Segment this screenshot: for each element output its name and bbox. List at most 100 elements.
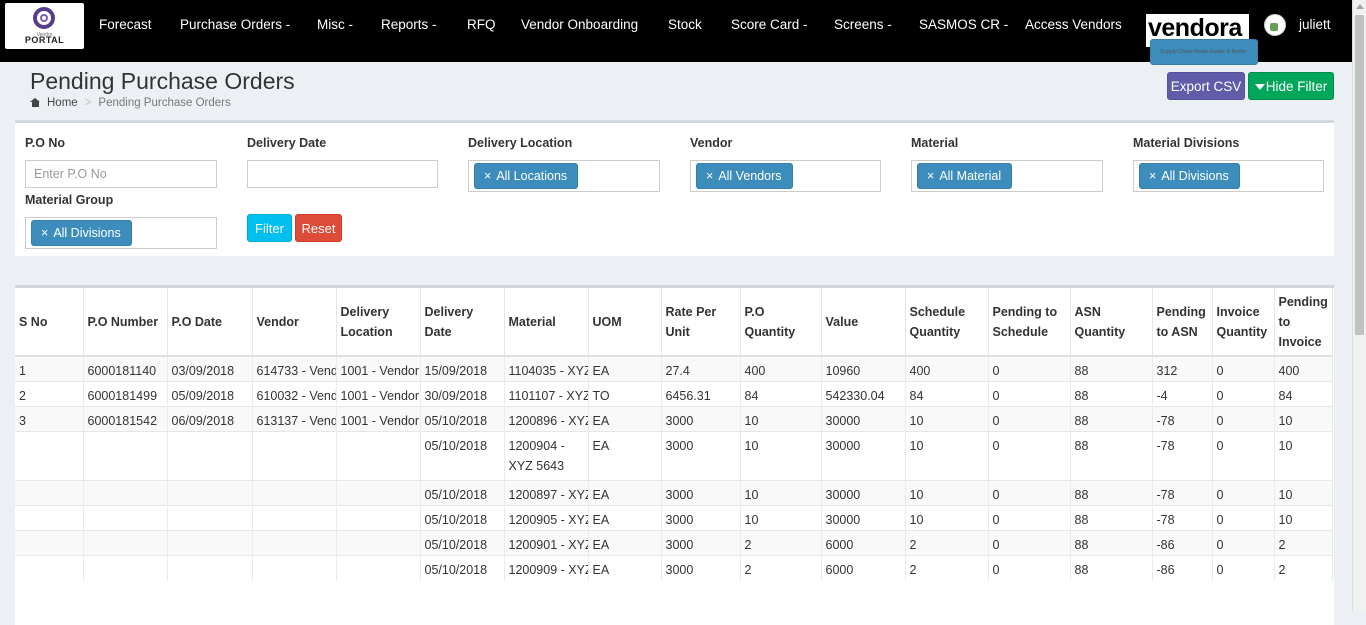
hide-filter-label: Hide Filter: [1265, 79, 1328, 94]
column-header[interactable]: Schedule Quantity: [905, 288, 989, 357]
table-cell: 2: [740, 555, 822, 581]
po-no-input[interactable]: Enter P.O No: [25, 160, 217, 188]
table-cell: 0: [1212, 431, 1275, 481]
nav-stock[interactable]: Stock: [668, 0, 702, 50]
table-cell: 10: [1274, 431, 1333, 481]
export-csv-button[interactable]: Export CSV: [1167, 72, 1245, 100]
vendor-label: Vendor: [690, 136, 733, 150]
table-cell: EA: [588, 480, 662, 506]
table-cell: 0: [988, 381, 1071, 407]
breadcrumb-home[interactable]: Home: [47, 97, 78, 109]
vendor-tag[interactable]: × All Vendors: [696, 163, 793, 189]
column-header[interactable]: S No: [15, 288, 84, 357]
table-cell: [336, 431, 421, 481]
table-cell: 1200901 - XYZ: [504, 530, 589, 556]
column-header[interactable]: Pending to Invoice: [1274, 288, 1333, 357]
vendor-select[interactable]: × All Vendors: [690, 160, 881, 192]
table-cell: [167, 431, 253, 481]
table-cell: 610032 - Vendor: [252, 381, 337, 407]
column-header[interactable]: Vendor: [252, 288, 337, 357]
table-cell: [15, 431, 84, 481]
table-cell: 84: [905, 381, 989, 407]
nav-misc[interactable]: Misc -: [317, 0, 353, 50]
delivery-location-select[interactable]: × All Locations: [468, 160, 660, 192]
table-cell: 10: [740, 406, 822, 432]
table-cell: 1104035 - XYZ: [504, 355, 589, 382]
table-cell: 10: [905, 505, 989, 531]
filter-button[interactable]: Filter: [247, 214, 292, 242]
tag-remove-icon[interactable]: ×: [484, 169, 491, 183]
column-header[interactable]: P.O Quantity: [740, 288, 822, 357]
table-cell: [167, 480, 253, 506]
table-cell: 6000: [821, 530, 906, 556]
table-cell: 1200909 - XYZ: [504, 555, 589, 581]
column-header[interactable]: Invoice Quantity: [1212, 288, 1275, 357]
pending-orders-table-panel: S No P.O Number P.O Date Vendor Delivery Loc…: [15, 285, 1334, 625]
column-header[interactable]: Rate Per Unit: [661, 288, 741, 357]
column-header[interactable]: P.O Number: [83, 288, 168, 357]
table-cell: [83, 431, 168, 481]
table-cell: -78: [1152, 406, 1213, 432]
user-avatar[interactable]: [1264, 14, 1286, 36]
pending-orders-table: S No P.O Number P.O Date Vendor Delivery Loc…: [15, 288, 1333, 581]
table-cell: EA: [588, 555, 662, 581]
column-header[interactable]: UOM: [588, 288, 662, 357]
column-header[interactable]: Pending to Schedule: [988, 288, 1071, 357]
nav-reports[interactable]: Reports -: [381, 0, 437, 50]
column-header[interactable]: ASN Quantity: [1070, 288, 1153, 357]
table-cell: 2: [1274, 555, 1333, 581]
delivery-date-input[interactable]: [247, 160, 438, 188]
table-cell: [252, 555, 337, 581]
hide-filter-button[interactable]: Hide Filter: [1248, 72, 1334, 100]
table-cell: 10: [1274, 406, 1333, 432]
column-header[interactable]: Delivery Location: [336, 288, 421, 357]
material-group-tag[interactable]: × All Divisions: [31, 220, 132, 246]
table-cell: [83, 505, 168, 531]
table-cell: [83, 480, 168, 506]
material-select[interactable]: × All Material: [911, 160, 1103, 192]
nav-sasmos-cr[interactable]: SASMOS CR -: [919, 0, 1008, 50]
table-row: 1600018114003/09/2018614733 - Vendor1001…: [15, 355, 1333, 382]
delivery-location-tag[interactable]: × All Locations: [474, 163, 579, 189]
table-cell: -78: [1152, 431, 1213, 481]
material-divisions-select[interactable]: × All Divisions: [1133, 160, 1324, 192]
nav-access-vendors[interactable]: Access Vendors: [1025, 0, 1122, 50]
scroll-up-arrow-icon[interactable]: [1356, 4, 1364, 9]
nav-forecast[interactable]: Forecast: [99, 0, 152, 50]
tag-remove-icon[interactable]: ×: [927, 169, 934, 183]
table-cell: 0: [1212, 480, 1275, 506]
reset-button[interactable]: Reset: [295, 214, 342, 242]
tag-remove-icon[interactable]: ×: [1149, 169, 1156, 183]
table-cell: 84: [740, 381, 822, 407]
table-cell: 0: [988, 505, 1071, 531]
table-cell: 2: [740, 530, 822, 556]
column-header[interactable]: Pending to ASN: [1152, 288, 1213, 357]
table-cell: 0: [988, 530, 1071, 556]
portal-logo[interactable]: Vendor PORTAL: [5, 3, 84, 49]
nav-screens[interactable]: Screens -: [834, 0, 892, 50]
table-cell: 88: [1070, 381, 1153, 407]
table-cell: 6456.31: [661, 381, 741, 407]
column-header[interactable]: Delivery Date: [420, 288, 505, 357]
material-divisions-tag[interactable]: × All Divisions: [1139, 163, 1240, 189]
material-group-select[interactable]: × All Divisions: [25, 217, 217, 249]
table-cell: 3000: [661, 406, 741, 432]
table-cell: 05/09/2018: [167, 381, 253, 407]
nav-purchase-orders[interactable]: Purchase Orders -: [180, 0, 290, 50]
tag-remove-icon[interactable]: ×: [706, 169, 713, 183]
column-header[interactable]: Value: [821, 288, 906, 357]
column-header[interactable]: P.O Date: [167, 288, 253, 357]
nav-vendor-onboarding[interactable]: Vendor Onboarding: [521, 0, 638, 50]
scrollbar-thumb[interactable]: [1355, 15, 1364, 335]
nav-score-card[interactable]: Score Card -: [731, 0, 808, 50]
table-cell: 3000: [661, 431, 741, 481]
nav-rfq[interactable]: RFQ: [467, 0, 496, 50]
table-row: 05/10/2018 1200897 - XYZ EA 3000 10 30000 10 0 8…: [15, 480, 1333, 506]
tag-remove-icon[interactable]: ×: [41, 226, 48, 240]
user-name[interactable]: juliett: [1299, 0, 1331, 50]
page-scrollbar[interactable]: [1352, 0, 1366, 612]
table-cell: 27.4: [661, 355, 741, 382]
table-cell: 2: [1274, 530, 1333, 556]
column-header[interactable]: Material: [504, 288, 589, 357]
material-tag[interactable]: × All Material: [917, 163, 1013, 189]
